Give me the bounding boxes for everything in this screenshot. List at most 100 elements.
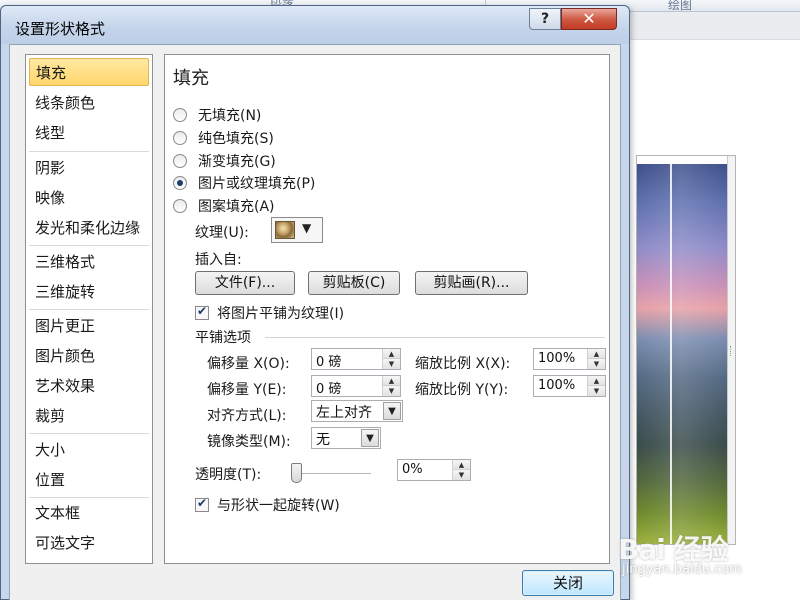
offset-x-value: 0 磅 — [316, 355, 342, 370]
radio-label: 纯色填充(S) — [198, 131, 274, 147]
offset-x-spinner[interactable]: 0 磅 ▲ ▼ — [311, 348, 401, 370]
transparency-spinner[interactable]: 0% ▲ ▼ — [397, 459, 471, 481]
format-shape-dialog: 设置形状格式 ? ✕ 填充 线条颜色 线型 阴影 映像 发光和柔化边缘 三维格式… — [0, 5, 630, 600]
spinner-arrows: ▲ ▼ — [587, 376, 605, 396]
category-shadow[interactable]: 阴影 — [29, 154, 149, 182]
scale-x-label: 缩放比例 X(X): — [415, 356, 511, 372]
spin-down-icon[interactable]: ▼ — [383, 359, 400, 369]
transparency-label: 透明度(T): — [195, 467, 262, 483]
chevron-down-icon: ▼ — [383, 402, 401, 420]
spin-up-icon[interactable]: ▲ — [588, 376, 605, 386]
category-3d-format[interactable]: 三维格式 — [29, 248, 149, 276]
offset-y-spinner[interactable]: 0 磅 ▲ ▼ — [311, 375, 401, 397]
category-position[interactable]: 位置 — [29, 466, 149, 494]
scale-x-spinner[interactable]: 100% ▲ ▼ — [533, 348, 606, 370]
chevron-down-icon: ▼ — [361, 429, 379, 447]
category-list: 填充 线条颜色 线型 阴影 映像 发光和柔化边缘 三维格式 三维旋转 图片更正 … — [25, 54, 153, 564]
mirror-type-select[interactable]: 无 ▼ — [311, 427, 381, 449]
category-glow-soft-edges[interactable]: 发光和柔化边缘 — [29, 214, 149, 242]
background-toolbar-area — [630, 12, 800, 40]
dialog-titlebar[interactable]: 设置形状格式 ? ✕ — [1, 6, 629, 44]
radio-gradient-fill[interactable]: 渐变填充(G) — [173, 151, 276, 171]
category-separator — [29, 309, 149, 310]
spinner-arrows: ▲ ▼ — [452, 460, 470, 480]
help-icon: ? — [540, 11, 550, 27]
dialog-title: 设置形状格式 — [15, 20, 106, 38]
radio-button[interactable] — [173, 108, 187, 122]
spin-up-icon[interactable]: ▲ — [383, 349, 400, 359]
scale-x-value: 100% — [538, 351, 576, 366]
spin-down-icon[interactable]: ▼ — [588, 359, 605, 369]
offset-x-label: 偏移量 X(O): — [207, 356, 290, 372]
clipart-button[interactable]: 剪贴画(R)... — [415, 271, 528, 295]
alignment-value: 左上对齐 — [316, 405, 372, 421]
radio-no-fill[interactable]: 无填充(N) — [173, 105, 261, 125]
chevron-down-icon: ▼ — [302, 221, 312, 235]
radio-button[interactable] — [173, 131, 187, 145]
texture-dropdown[interactable]: ▼ — [271, 217, 323, 243]
transparency-slider-track[interactable] — [291, 473, 371, 475]
close-icon: ✕ — [582, 9, 596, 28]
spin-down-icon[interactable]: ▼ — [588, 386, 605, 396]
rotate-with-shape-row[interactable]: 与形状一起旋转(W) — [195, 495, 340, 515]
help-button[interactable]: ? — [529, 8, 561, 30]
mirror-type-value: 无 — [316, 432, 330, 448]
radio-button[interactable] — [173, 154, 187, 168]
category-picture-corrections[interactable]: 图片更正 — [29, 312, 149, 340]
rotate-with-shape-label: 与形状一起旋转(W) — [217, 498, 340, 514]
spinner-arrows: ▲ ▼ — [382, 349, 400, 369]
spin-up-icon[interactable]: ▲ — [383, 376, 400, 386]
category-reflection[interactable]: 映像 — [29, 184, 149, 212]
alignment-label: 对齐方式(L): — [207, 408, 287, 424]
picture-guide-line — [670, 156, 672, 544]
texture-label: 纹理(U): — [195, 225, 249, 241]
panel-title: 填充 — [173, 68, 209, 89]
spin-up-icon[interactable]: ▲ — [588, 349, 605, 359]
category-crop[interactable]: 裁剪 — [29, 402, 149, 430]
category-fill[interactable]: 填充 — [29, 58, 149, 86]
spin-down-icon[interactable]: ▼ — [383, 386, 400, 396]
radio-pattern-fill[interactable]: 图案填充(A) — [173, 196, 275, 216]
file-button[interactable]: 文件(F)... — [195, 271, 295, 295]
radio-label: 图案填充(A) — [198, 199, 275, 215]
category-size[interactable]: 大小 — [29, 436, 149, 464]
landscape-picture — [637, 164, 727, 544]
category-separator — [29, 433, 149, 434]
tile-checkbox-row[interactable]: 将图片平铺为纹理(I) — [195, 303, 344, 323]
close-button[interactable]: 关闭 — [522, 570, 614, 596]
category-line-color[interactable]: 线条颜色 — [29, 89, 149, 117]
spin-up-icon[interactable]: ▲ — [453, 460, 470, 470]
transparency-value: 0% — [402, 462, 423, 477]
radio-solid-fill[interactable]: 纯色填充(S) — [173, 128, 274, 148]
category-artistic-effects[interactable]: 艺术效果 — [29, 372, 149, 400]
scale-y-spinner[interactable]: 100% ▲ ▼ — [533, 375, 606, 397]
category-text-box[interactable]: 文本框 — [29, 499, 149, 527]
spinner-arrows: ▲ ▼ — [587, 349, 605, 369]
mirror-type-label: 镜像类型(M): — [207, 434, 291, 450]
scale-y-label: 缩放比例 Y(Y): — [415, 382, 509, 398]
category-separator — [29, 245, 149, 246]
transparency-slider-thumb[interactable] — [291, 463, 302, 483]
fill-panel: 填充 无填充(N) 纯色填充(S) 渐变填充(G) 图片或纹理填充(P) 图案填… — [164, 54, 610, 564]
offset-y-label: 偏移量 Y(E): — [207, 382, 287, 398]
insert-from-label: 插入自: — [195, 252, 242, 268]
radio-label: 渐变填充(G) — [198, 154, 276, 170]
tile-checkbox[interactable] — [195, 304, 209, 320]
category-3d-rotation[interactable]: 三维旋转 — [29, 278, 149, 306]
radio-picture-texture-fill[interactable]: 图片或纹理填充(P) — [173, 173, 315, 193]
tiling-options-heading: 平铺选项 — [195, 330, 251, 346]
tile-checkbox-label: 将图片平铺为纹理(I) — [217, 306, 345, 322]
radio-button[interactable] — [173, 176, 187, 190]
resize-handle[interactable] — [730, 346, 733, 356]
category-picture-color[interactable]: 图片颜色 — [29, 342, 149, 370]
category-separator — [29, 151, 149, 152]
clipboard-button[interactable]: 剪贴板(C) — [308, 271, 400, 295]
window-close-button[interactable]: ✕ — [561, 8, 617, 30]
category-line-style[interactable]: 线型 — [29, 119, 149, 147]
alignment-select[interactable]: 左上对齐 ▼ — [311, 400, 403, 422]
rotate-with-shape-checkbox[interactable] — [195, 496, 209, 512]
selected-picture-shape[interactable] — [636, 155, 736, 545]
spin-down-icon[interactable]: ▼ — [453, 470, 470, 480]
category-alt-text[interactable]: 可选文字 — [29, 529, 149, 557]
radio-button[interactable] — [173, 199, 187, 213]
